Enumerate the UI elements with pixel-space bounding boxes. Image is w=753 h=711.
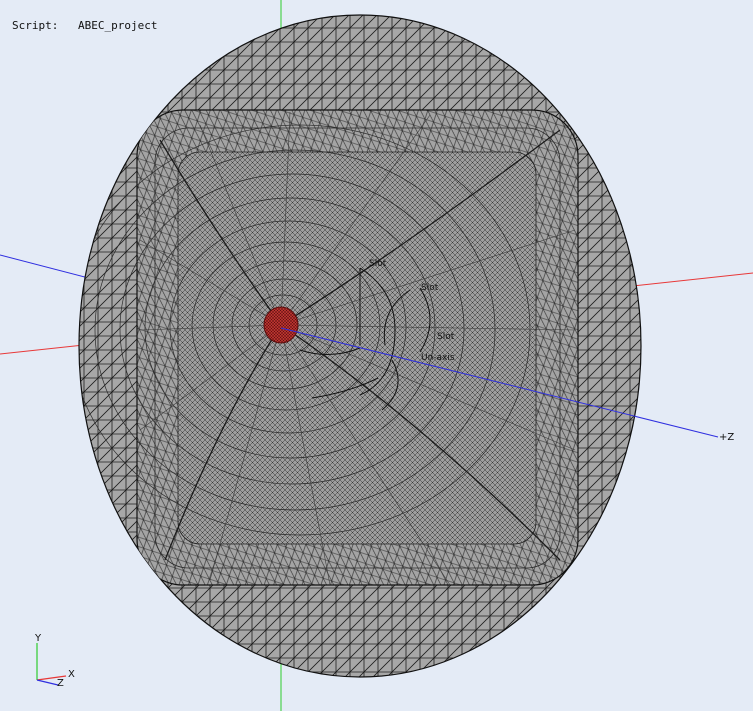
- orientation-triad: Y X Z: [34, 633, 75, 689]
- triad-z-label: Z: [57, 678, 64, 689]
- triad-x-label: X: [68, 669, 75, 680]
- axis-note-label: Un-axis: [421, 353, 455, 363]
- triad-y-label: Y: [34, 633, 42, 644]
- z-axis-label: +Z: [719, 432, 734, 443]
- 3d-viewport[interactable]: Slot Slot Slot Un-axis +Z Y X Z: [0, 0, 753, 711]
- driver-throat: [263, 306, 299, 344]
- slot-label-1: Slot: [369, 259, 387, 269]
- slot-label-2: Slot: [421, 283, 439, 293]
- slot-label-3: Slot: [437, 332, 455, 342]
- horn-mesh: [79, 109, 579, 586]
